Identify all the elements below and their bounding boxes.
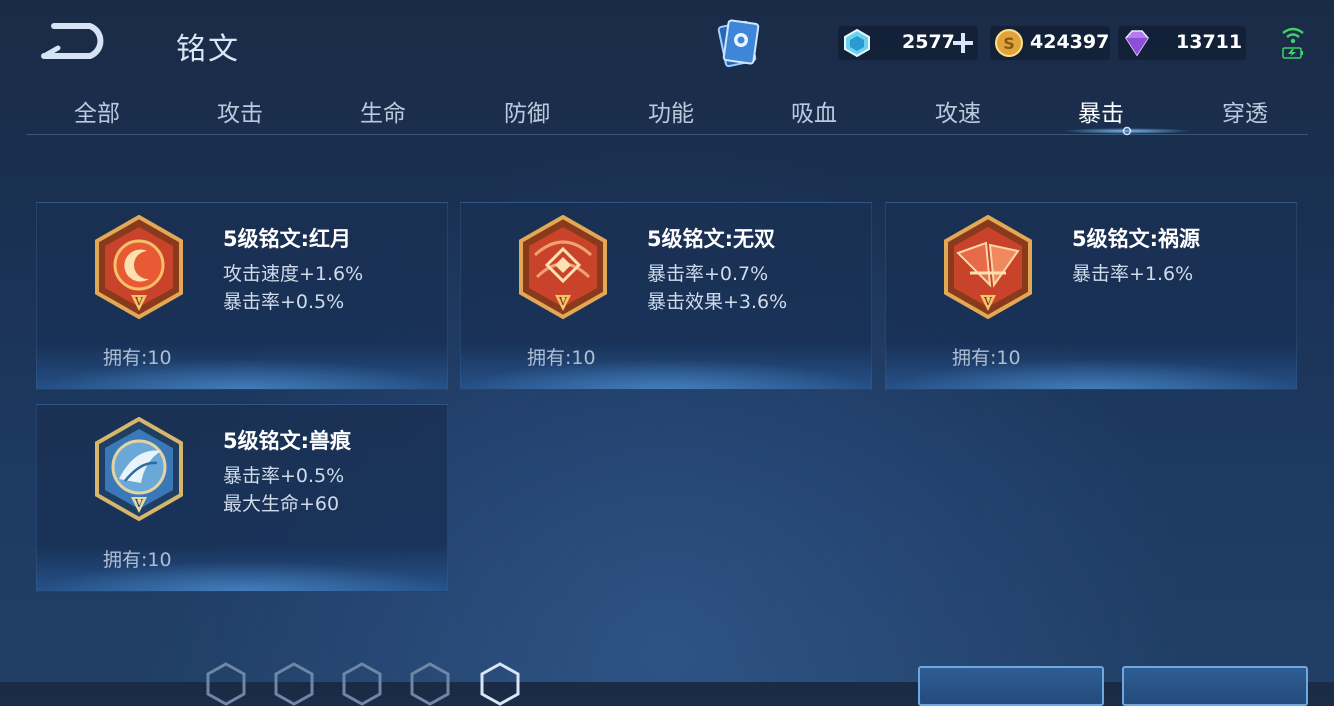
- card-glow: [461, 359, 871, 389]
- calamity-emblem-icon: V: [944, 215, 1032, 320]
- tab-attack[interactable]: 攻击: [180, 94, 300, 128]
- bottom-right-button[interactable]: [1122, 666, 1308, 706]
- bottom-left-button[interactable]: [918, 666, 1104, 706]
- tab-penetration[interactable]: 穿透: [1185, 94, 1305, 128]
- card-glow: [37, 359, 447, 389]
- crystal-amount: 2577: [902, 31, 955, 53]
- tab-all[interactable]: 全部: [37, 94, 157, 128]
- gold-coin-icon: S: [995, 29, 1023, 57]
- rune-card-beast-mark[interactable]: V 5级铭文:兽痕 暴击率+0.5% 最大生命+60 拥有:10: [36, 404, 448, 592]
- level-filter-3-icon[interactable]: [340, 662, 384, 706]
- rune-name: 5级铭文:红月: [223, 227, 352, 251]
- rune-name: 5级铭文:祸源: [1072, 227, 1201, 251]
- rune-attr: 攻击速度+1.6%: [223, 263, 364, 285]
- rune-attr: 暴击率+0.7%: [647, 263, 769, 285]
- plus-icon[interactable]: [952, 32, 974, 54]
- crystal-currency: 2577: [838, 26, 978, 60]
- rune-card-unrivaled[interactable]: V 5级铭文:无双 暴击率+0.7% 暴击效果+3.6% 拥有:10: [460, 202, 872, 390]
- rune-attr: 暴击率+0.5%: [223, 465, 345, 487]
- category-tabs: 全部 攻击 生命 防御 功能 吸血 攻速 暴击 穿透: [26, 90, 1308, 136]
- wifi-battery-icon: [1282, 27, 1304, 59]
- gem-amount: 13711: [1176, 31, 1243, 53]
- blue-crystal-icon: [844, 28, 870, 58]
- svg-text:V: V: [558, 295, 568, 308]
- gem-currency: 13711: [1118, 26, 1246, 60]
- active-tab-dot-icon: [1122, 126, 1132, 136]
- rune-attr: 最大生命+60: [223, 493, 340, 515]
- svg-text:V: V: [134, 497, 144, 510]
- beast-mark-emblem-icon: V: [95, 417, 183, 522]
- svg-text:V: V: [134, 295, 144, 308]
- back-arrow-icon[interactable]: [40, 18, 112, 62]
- rune-card-icon[interactable]: [712, 16, 766, 70]
- gold-currency: S 424397: [990, 26, 1110, 60]
- rune-attr: 暴击率+1.6%: [1072, 263, 1194, 285]
- rune-attr: 暴击率+0.5%: [223, 291, 345, 313]
- card-glow: [37, 561, 447, 591]
- gold-amount: 424397: [1030, 31, 1110, 53]
- rune-name: 5级铭文:无双: [647, 227, 776, 251]
- card-glow: [886, 359, 1296, 389]
- page-title: 铭文: [176, 32, 240, 67]
- level-filter-1-icon[interactable]: [204, 662, 248, 706]
- rune-card-red-moon[interactable]: V 5级铭文:红月 攻击速度+1.6% 暴击率+0.5% 拥有:10: [36, 202, 448, 390]
- level-filter-2-icon[interactable]: [272, 662, 316, 706]
- rune-attr: 暴击效果+3.6%: [647, 291, 788, 313]
- svg-text:V: V: [983, 295, 993, 308]
- tab-attack-speed[interactable]: 攻速: [898, 94, 1018, 128]
- rune-name: 5级铭文:兽痕: [223, 429, 352, 453]
- tab-utility[interactable]: 功能: [611, 94, 731, 128]
- tab-lifesteal[interactable]: 吸血: [754, 94, 874, 128]
- purple-gem-icon: [1125, 30, 1149, 57]
- svg-text:S: S: [1003, 34, 1015, 53]
- top-bar: 铭文 2577 S 424397 13711: [0, 0, 1334, 90]
- level-filter-5-icon[interactable]: [478, 662, 522, 706]
- level-filter-4-icon[interactable]: [408, 662, 452, 706]
- tab-defense[interactable]: 防御: [467, 94, 587, 128]
- unrivaled-emblem-icon: V: [519, 215, 607, 320]
- rune-card-calamity[interactable]: V 5级铭文:祸源 暴击率+1.6% 拥有:10: [885, 202, 1297, 390]
- red-moon-emblem-icon: V: [95, 215, 183, 320]
- tab-health[interactable]: 生命: [323, 94, 443, 128]
- tab-critical[interactable]: 暴击: [1041, 94, 1161, 128]
